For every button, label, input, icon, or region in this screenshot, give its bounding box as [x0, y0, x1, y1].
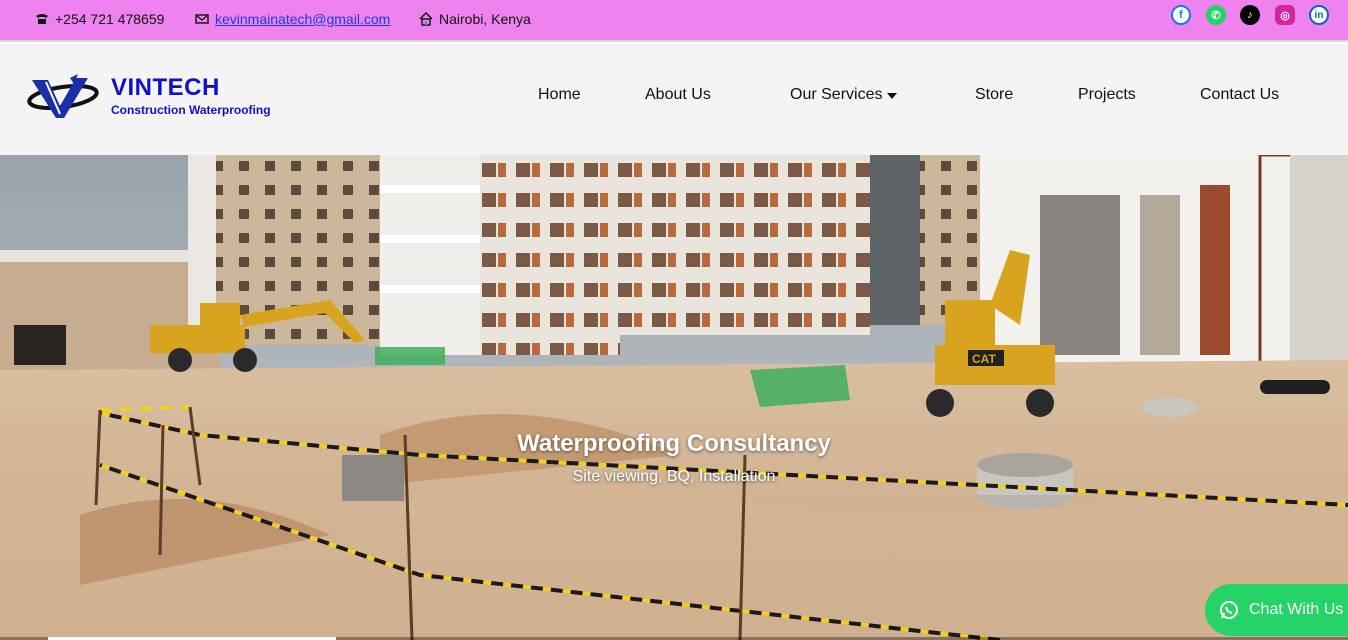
- nav-store[interactable]: Store: [975, 86, 1013, 104]
- nav-contact-us[interactable]: Contact Us: [1200, 86, 1279, 104]
- location-text: Nairobi, Kenya: [439, 11, 531, 27]
- nav-home[interactable]: Home: [538, 86, 581, 104]
- hero-slider: CAT Waterproofing Consultancy Site viewi…: [0, 155, 1348, 640]
- logo-icon[interactable]: [26, 74, 100, 120]
- linkedin-icon[interactable]: in: [1309, 5, 1329, 25]
- nav-about-us[interactable]: About Us: [645, 86, 711, 104]
- whatsapp-icon[interactable]: ✆: [1206, 5, 1226, 25]
- envelope-icon: [195, 14, 209, 24]
- email-contact[interactable]: kevinmainatech@gmail.com: [195, 11, 390, 27]
- nav-our-services[interactable]: Our Services: [790, 86, 898, 104]
- phone-icon: [36, 14, 48, 24]
- top-bar: +254 721 478659 kevinmainatech@gmail.com…: [0, 0, 1348, 42]
- chat-with-us-button[interactable]: Chat With Us: [1205, 584, 1348, 636]
- email-link[interactable]: kevinmainatech@gmail.com: [215, 11, 390, 27]
- home-icon: [419, 12, 433, 26]
- hero-subtitle: Site viewing, BQ, Installation: [572, 468, 776, 485]
- facebook-icon[interactable]: f: [1171, 5, 1191, 25]
- phone-contact[interactable]: +254 721 478659: [35, 11, 164, 27]
- social-links: f ✆ ♪ ◎ in: [1171, 5, 1329, 25]
- location: Nairobi, Kenya: [419, 11, 531, 27]
- instagram-icon[interactable]: ◎: [1275, 5, 1295, 25]
- nav-projects[interactable]: Projects: [1078, 86, 1136, 104]
- svg-text:CAT: CAT: [972, 352, 996, 366]
- nav-our-services-label: Our Services: [790, 86, 883, 103]
- brand-tagline: Construction Waterproofing: [111, 103, 271, 117]
- brand-name[interactable]: VINTECH: [111, 74, 220, 102]
- whatsapp-icon: [1220, 601, 1238, 619]
- caret-down-icon: [887, 93, 898, 99]
- chat-label: Chat With Us: [1249, 601, 1344, 618]
- tiktok-icon[interactable]: ♪: [1240, 5, 1260, 25]
- hero-construction-image: CAT: [0, 155, 1348, 640]
- site-header: VINTECH Construction Waterproofing Home …: [0, 44, 1348, 155]
- phone-number: +254 721 478659: [55, 11, 165, 27]
- hero-title: Waterproofing Consultancy: [517, 430, 831, 457]
